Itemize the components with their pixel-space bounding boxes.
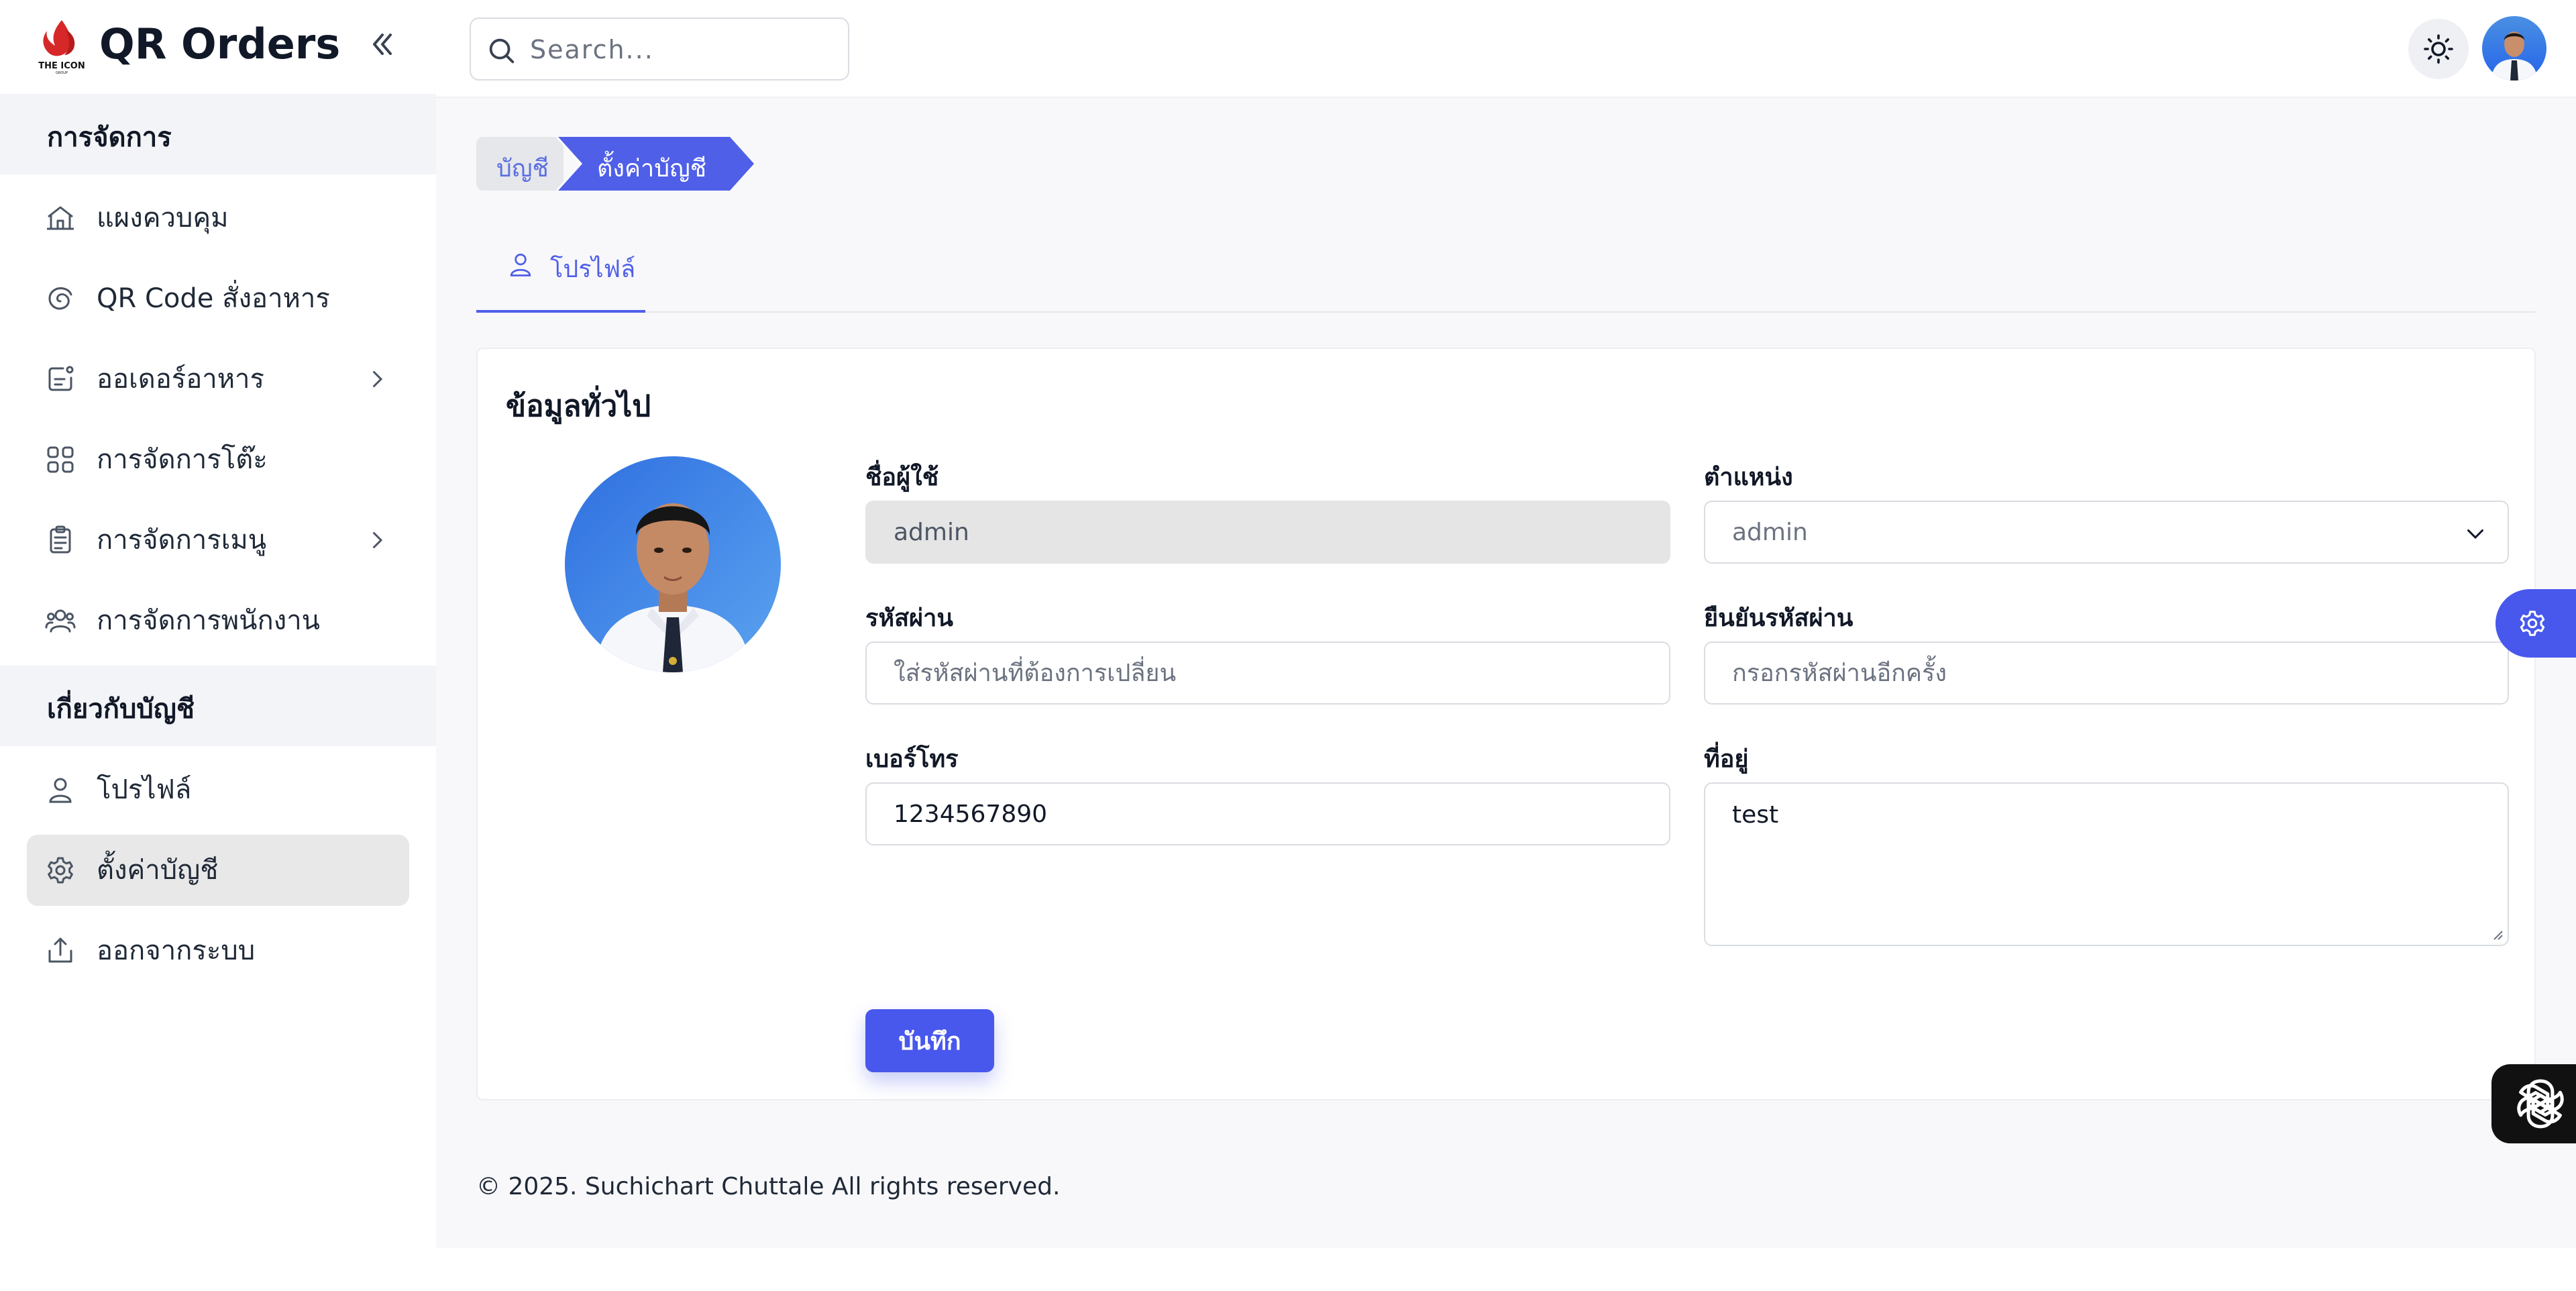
sidebar-item-account-settings[interactable]: ตั้งค่าบัญชี <box>27 835 409 906</box>
username-label: ชื่อผู้ใช้ <box>865 464 939 491</box>
search-box[interactable] <box>470 17 849 81</box>
chevron-down-icon <box>2467 529 2483 539</box>
gear-icon <box>2520 611 2545 636</box>
phone-field[interactable] <box>865 782 1670 845</box>
grid-icon <box>47 446 74 473</box>
floating-settings-button[interactable] <box>2496 589 2576 658</box>
user-avatar[interactable] <box>2482 16 2546 81</box>
breadcrumb-label: บัญชี <box>496 155 549 183</box>
svg-text:GROUP: GROUP <box>56 71 68 75</box>
sidebar-item-profile[interactable]: โปรไฟล์ <box>27 754 409 825</box>
brand: THE ICON GROUP QR Orders <box>0 0 436 94</box>
password-label: รหัสผ่าน <box>865 605 953 632</box>
card-title: ข้อมูลทั่วไป <box>506 389 651 423</box>
profile-photo[interactable] <box>565 456 781 672</box>
sidebar-item-orders[interactable]: ออเดอร์อาหาร <box>27 344 409 415</box>
sidebar-item-label: ออกจากระบบ <box>97 935 256 966</box>
users-icon <box>45 609 76 633</box>
search-input[interactable] <box>530 31 832 68</box>
password-input[interactable] <box>894 643 1642 703</box>
sidebar-item-staff[interactable]: การจัดการพนักงาน <box>27 585 409 656</box>
order-icon <box>48 366 74 391</box>
address-textarea[interactable]: test <box>1732 798 2481 933</box>
profile-photo-image <box>565 456 781 672</box>
confirm-password-input[interactable] <box>1732 643 2481 703</box>
sidebar-section-title: การจัดการ <box>47 122 172 153</box>
footer-copyright: © 2025. Suchichart Chuttale All rights r… <box>476 1173 1061 1200</box>
tab-label: โปรไฟล์ <box>550 256 636 283</box>
sidebar-item-tables[interactable]: การจัดการโต๊ะ <box>27 424 409 495</box>
qr-swirl-icon <box>48 287 72 310</box>
sidebar-item-label: การจัดการโต๊ะ <box>97 444 268 475</box>
username-input <box>894 502 1642 562</box>
phone-input[interactable] <box>894 784 1642 844</box>
password-field[interactable] <box>865 641 1670 705</box>
sidebar-item-label: ออเดอร์อาหาร <box>97 364 264 395</box>
position-select-value[interactable] <box>1732 502 2481 562</box>
user-icon <box>510 253 531 276</box>
breadcrumb-label: ตั้งค่าบัญชี <box>597 155 707 183</box>
sidebar-item-label: โปรไฟล์ <box>97 774 192 805</box>
sidebar-item-label: แผงควบคุม <box>97 203 229 234</box>
main-content: บัญชี ตั้งค่าบัญชี โปรไฟล์ ข้อมูลทั่วไป <box>436 0 2576 1248</box>
address-label: ที่อยู่ <box>1704 745 1749 773</box>
phone-label: เบอร์โทร <box>865 745 959 773</box>
confirm-password-field[interactable] <box>1704 641 2509 705</box>
save-button[interactable]: บันทึก <box>865 1009 994 1072</box>
logo-icon: THE ICON GROUP <box>38 20 85 75</box>
theme-toggle-button[interactable] <box>2408 19 2469 79</box>
position-select[interactable] <box>1704 501 2509 564</box>
collapse-sidebar-icon[interactable] <box>366 28 398 60</box>
logout-icon <box>48 937 72 963</box>
sidebar: THE ICON GROUP QR Orders การจัดการ แผงคว… <box>0 0 436 1248</box>
tab-bar: โปรไฟล์ <box>476 232 2536 313</box>
ai-knot-icon <box>2517 1079 2564 1129</box>
user-icon <box>49 778 72 803</box>
sidebar-section-title: เกี่ยวกับบัญชี <box>47 694 195 725</box>
confirm-password-label: ยืนยันรหัสผ่าน <box>1704 605 1854 632</box>
sidebar-item-label: การจัดการเมนู <box>97 525 267 556</box>
avatar-image <box>2482 16 2546 81</box>
position-label: ตำแหน่ง <box>1704 464 1793 491</box>
general-info-card: ข้อมูลทั่วไป ชื่อผู้ใช้ ตำแหน่ <box>476 348 2536 1100</box>
sidebar-section-account: เกี่ยวกับบัญชี <box>0 666 436 746</box>
topbar <box>436 0 2576 98</box>
sidebar-item-label: QR Code สั่งอาหาร <box>97 283 330 314</box>
sidebar-item-menu[interactable]: การจัดการเมนู <box>27 505 409 576</box>
sidebar-item-label: การจัดการพนักงาน <box>97 605 321 636</box>
clipboard-icon <box>50 525 71 554</box>
username-field <box>865 501 1670 564</box>
sidebar-item-logout[interactable]: ออกจากระบบ <box>27 915 409 986</box>
breadcrumb-item-account-settings[interactable]: ตั้งค่าบัญชี <box>557 137 758 191</box>
app-title: QR Orders <box>99 19 341 68</box>
tab-profile[interactable]: โปรไฟล์ <box>476 232 645 313</box>
sun-icon <box>2424 34 2453 64</box>
breadcrumb-item-account[interactable]: บัญชี <box>476 137 564 191</box>
sidebar-section-management: การจัดการ <box>0 94 436 174</box>
sidebar-item-label: ตั้งค่าบัญชี <box>97 855 219 886</box>
search-icon <box>489 38 515 64</box>
gear-icon <box>48 857 73 884</box>
resize-handle-icon[interactable] <box>2489 926 2504 941</box>
home-icon <box>47 206 74 230</box>
sidebar-item-qr-code[interactable]: QR Code สั่งอาหาร <box>27 263 409 334</box>
floating-ai-assistant-button[interactable] <box>2491 1064 2576 1143</box>
svg-text:THE ICON: THE ICON <box>38 61 85 71</box>
page-bottom-strip <box>0 1248 2576 1291</box>
chevron-right-icon <box>373 532 383 548</box>
chevron-right-icon <box>373 371 383 387</box>
sidebar-item-dashboard[interactable]: แผงควบคุม <box>27 183 409 254</box>
address-field[interactable]: test <box>1704 782 2509 946</box>
